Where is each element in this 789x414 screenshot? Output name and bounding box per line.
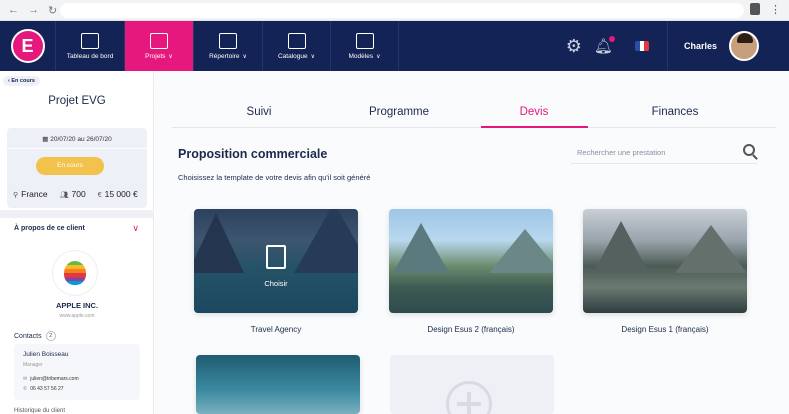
about-client-heading: À propos de ce client [14, 225, 85, 232]
menu-icon[interactable]: ⋮ [770, 3, 781, 16]
catalogue-icon [287, 32, 306, 49]
contacts-count: 2 [45, 331, 56, 341]
tab-suivi[interactable]: Suivi [204, 106, 314, 118]
phone-value: 06 43 57 56 27 [30, 386, 64, 392]
search-input[interactable] [571, 140, 731, 164]
template-label: Travel Agency [250, 325, 302, 334]
client-url[interactable]: www.apple.com [0, 313, 154, 319]
chevron-down-icon: ∨ [376, 53, 381, 60]
top-nav-bar: E Tableau de bord Projets ∨ Répertoire ∨ C… [0, 21, 789, 71]
choose-label: Choisir [264, 279, 288, 288]
project-title: Projet EVG [48, 95, 106, 107]
nav-repertoire[interactable]: Répertoire ∨ [193, 21, 262, 71]
contact-name: Julien Boisseau [23, 351, 69, 358]
mail-icon: ✉ [23, 376, 28, 382]
tabs-divider [172, 127, 776, 128]
gear-icon[interactable]: ⚙ [566, 36, 582, 57]
contact-role: Manager [23, 362, 43, 368]
project-stats: ⚲ France 👥︎ 700 €15 000 € [13, 189, 138, 199]
budget-value: 15 000 € [104, 189, 138, 199]
location-value: France [21, 189, 48, 199]
nav-projets[interactable]: Projets ∨ [124, 21, 193, 71]
project-dates: ▦ 20/07/20 au 26/07/20 [7, 135, 147, 143]
email-value: julien@tribemars.com [30, 376, 79, 382]
status-badge[interactable]: En cours [36, 157, 104, 175]
euro-icon: € [97, 192, 102, 199]
chevron-down-icon: ∨ [310, 53, 316, 60]
client-logo [53, 251, 97, 295]
browser-toolbar: ← → ↻ ⋮ [0, 0, 789, 21]
dashboard-icon [81, 32, 99, 49]
contacts-label: Contacts [14, 332, 42, 340]
dates-label: 20/07/20 au 26/07/20 [50, 136, 112, 143]
tab-finances[interactable]: Finances [620, 106, 730, 118]
profile-icon[interactable] [750, 3, 760, 15]
chevron-down-icon: ∨ [168, 53, 173, 60]
project-sidebar: ‹ En cours Projet EVG ▦ 20/07/20 au 26/0… [0, 71, 154, 414]
nav-label: Catalogue [277, 52, 308, 60]
back-icon[interactable]: ← [8, 4, 19, 17]
page-title: Proposition commerciale [178, 147, 328, 161]
add-template-card[interactable] [390, 355, 554, 414]
nav-catalogue[interactable]: Catalogue ∨ [262, 21, 330, 71]
browser-nav: ← → ↻ [8, 4, 58, 17]
search-box [571, 140, 757, 164]
avatar[interactable] [729, 31, 759, 61]
apple-logo-icon [64, 261, 86, 285]
active-tab-indicator [481, 126, 588, 128]
tab-devis[interactable]: Devis [479, 106, 589, 118]
user-name[interactable]: Charles [684, 41, 717, 51]
templates-icon [355, 32, 374, 49]
projects-icon [150, 32, 168, 49]
tab-programme[interactable]: Programme [344, 106, 454, 118]
contact-phone[interactable]: ✆ 06 43 57 56 27 [23, 386, 64, 392]
search-icon[interactable] [743, 144, 755, 156]
nav-tableau-de-bord[interactable]: Tableau de bord [55, 21, 124, 71]
client-name: APPLE INC. [55, 301, 99, 310]
contacts-heading: Contacts 2 [14, 331, 56, 341]
back-to-en-cours[interactable]: ‹ En cours [3, 76, 40, 86]
page-subtitle: Choisissez la template de votre devis af… [178, 173, 371, 182]
phone-icon: ✆ [23, 386, 28, 392]
address-bar[interactable] [60, 3, 744, 18]
nav-label: Répertoire [209, 52, 240, 60]
contact-card[interactable]: Julien Boisseau Manager ✉ julien@tribemar… [14, 344, 140, 400]
french-flag-icon[interactable] [634, 41, 649, 51]
template-card[interactable] [196, 355, 360, 414]
nav-label: Tableau de bord [66, 52, 114, 60]
people-value: 700 [71, 189, 86, 199]
forward-icon[interactable]: → [28, 4, 39, 17]
template-card-design-esus-2[interactable] [389, 209, 553, 313]
nav-label: Projets [145, 52, 166, 60]
template-label: Design Esus 2 (français) [427, 325, 515, 334]
nav-modeles[interactable]: Modèles ∨ [330, 21, 399, 71]
app-logo[interactable]: E [0, 21, 55, 71]
location-icon: ⚲ [13, 192, 19, 199]
reload-icon[interactable]: ↻ [48, 4, 57, 17]
status-tag-label: En cours [11, 78, 35, 84]
people-icon: 👥︎ [59, 192, 69, 199]
logo-icon: E [10, 29, 45, 63]
chevron-down-icon: ∨ [242, 53, 247, 60]
directory-icon [219, 32, 237, 49]
template-label: Design Esus 1 (français) [621, 325, 709, 334]
client-history-link[interactable]: Historique du client [14, 408, 65, 414]
document-edit-icon [266, 245, 286, 269]
bell-icon[interactable]: 🔔︎ [594, 36, 615, 55]
template-card-travel-agency[interactable]: Choisir [194, 209, 358, 313]
notification-dot [608, 36, 615, 42]
add-icon [446, 381, 492, 414]
template-card-design-esus-1[interactable] [583, 209, 747, 313]
chevron-down-icon[interactable]: ∨ [132, 223, 139, 234]
nav-label: Modèles [348, 52, 374, 60]
contact-email[interactable]: ✉ julien@tribemars.com [23, 376, 79, 382]
